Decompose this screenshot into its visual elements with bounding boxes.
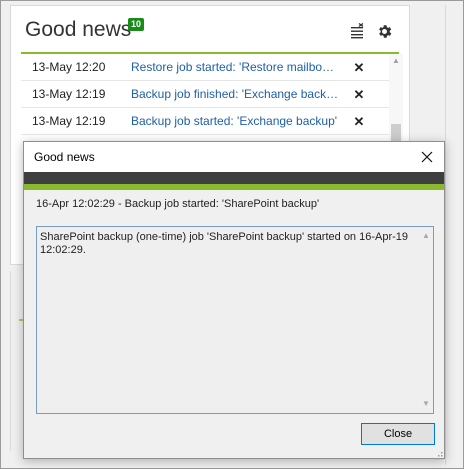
mark-all-read-icon[interactable]: [349, 22, 367, 40]
gear-icon[interactable]: [375, 22, 393, 40]
news-date: 13-May 12:19: [32, 114, 106, 128]
good-news-dialog: Good news 16-Apr 12:02:29 - Backup job s…: [23, 141, 445, 460]
event-heading: 16-Apr 12:02:29 - Backup job started: 'S…: [36, 198, 320, 210]
dialog-accent-bar: [24, 184, 444, 190]
close-icon[interactable]: [410, 142, 444, 172]
dialog-title: Good news: [34, 150, 95, 164]
resize-grip-icon[interactable]: [433, 447, 443, 460]
panel-divider: [445, 5, 446, 465]
widget-title: Good news: [25, 18, 132, 41]
dialog-header-bar: [24, 172, 444, 184]
scroll-up-icon[interactable]: ▲: [419, 229, 433, 243]
details-text: SharePoint backup (one-time) job 'ShareP…: [40, 231, 409, 256]
details-scrollbar[interactable]: ▲ ▼: [419, 227, 433, 413]
news-date: 13-May 12:20: [32, 60, 106, 74]
scroll-down-icon[interactable]: ▼: [419, 397, 433, 411]
dismiss-icon[interactable]: ✕: [352, 54, 366, 81]
news-message-link[interactable]: Backup job started: 'Exchange backup': [131, 108, 339, 135]
close-button[interactable]: Close: [361, 423, 435, 445]
news-date: 13-May 12:19: [32, 87, 106, 101]
app-window: Good news 10 13-May 12:20 Restore job st…: [0, 0, 464, 469]
news-item: 13-May 12:19 Backup job started: 'Exchan…: [21, 108, 389, 135]
news-list: 13-May 12:20 Restore job started: 'Resto…: [21, 54, 389, 135]
news-item: 13-May 12:19 Backup job finished: 'Excha…: [21, 81, 389, 108]
news-message-link[interactable]: Backup job finished: 'Exchange backup': [131, 81, 339, 108]
dismiss-icon[interactable]: ✕: [352, 108, 366, 135]
dialog-titlebar[interactable]: Good news: [24, 142, 444, 172]
count-badge: 10: [128, 18, 145, 31]
details-textarea[interactable]: SharePoint backup (one-time) job 'ShareP…: [36, 226, 434, 414]
scroll-up-icon[interactable]: ▲: [389, 54, 403, 68]
news-item: 13-May 12:20 Restore job started: 'Resto…: [21, 54, 389, 81]
dismiss-icon[interactable]: ✕: [352, 81, 366, 108]
news-message-link[interactable]: Restore job started: 'Restore mailbox it…: [131, 54, 339, 81]
widget-header: Good news 10: [11, 6, 409, 53]
